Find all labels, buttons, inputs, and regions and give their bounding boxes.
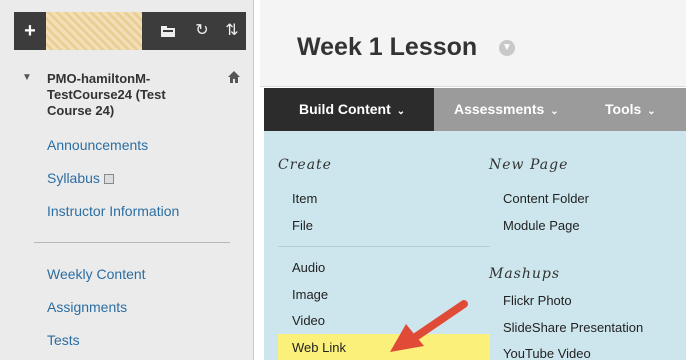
sidebar-item-announcements[interactable]: Announcements xyxy=(47,137,148,153)
mashups-heading: Mashups xyxy=(489,266,561,282)
sidebar-item-weekly-content[interactable]: Weekly Content xyxy=(47,266,146,282)
course-title[interactable]: PMO-hamiltonM- TestCourse24 (Test Course… xyxy=(47,71,207,119)
course-menu-sidebar: + ↻ ⇅ ▼ PMO-hamiltonM- TestCourse24 (Tes… xyxy=(0,0,254,360)
page-options-chevron-icon[interactable]: ▼ xyxy=(499,40,515,56)
sidebar-item-instructor-information[interactable]: Instructor Information xyxy=(47,203,179,219)
assessments-button[interactable]: Assessments ⌄ xyxy=(454,101,559,117)
nav-label-text: Tools xyxy=(605,101,642,117)
sidebar-item-assignments[interactable]: Assignments xyxy=(47,299,127,315)
menu-item-youtube-video[interactable]: YouTube Video xyxy=(503,346,591,361)
home-icon[interactable] xyxy=(227,70,241,84)
course-title-line: TestCourse24 (Test xyxy=(47,87,166,102)
menu-item-file[interactable]: File xyxy=(292,218,313,233)
chevron-down-icon: ⌄ xyxy=(396,106,406,117)
sidebar-item-syllabus[interactable]: Syllabus xyxy=(47,170,114,186)
reorder-icon[interactable]: ⇅ xyxy=(218,12,246,50)
refresh-icon[interactable]: ↻ xyxy=(188,12,216,50)
build-content-dropdown: Create Item File Audio Image Video Web L… xyxy=(264,131,686,361)
menu-item-slideshare-presentation[interactable]: SlideShare Presentation xyxy=(503,320,643,335)
menu-item-image[interactable]: Image xyxy=(292,287,328,302)
sidebar-item-label: Assignments xyxy=(47,299,128,315)
menu-item-audio[interactable]: Audio xyxy=(292,260,325,275)
menu-item-flickr-photo[interactable]: Flickr Photo xyxy=(503,293,572,308)
course-menu-toolbar: + ↻ ⇅ xyxy=(14,12,246,50)
sidebar-item-label: Instructor Information xyxy=(47,203,180,219)
sidebar-item-tests[interactable]: Tests xyxy=(47,332,80,348)
menu-item-web-link[interactable]: Web Link xyxy=(292,340,346,355)
menu-item-content-folder[interactable]: Content Folder xyxy=(503,191,589,206)
create-heading: Create xyxy=(278,157,332,173)
chevron-down-icon: ⌄ xyxy=(550,106,559,117)
app-window: + ↻ ⇅ ▼ PMO-hamiltonM- TestCourse24 (Tes… xyxy=(0,0,686,361)
course-title-line: Course 24) xyxy=(47,103,115,118)
course-title-line: PMO-hamiltonM- xyxy=(47,71,151,86)
new-page-heading: New Page xyxy=(489,157,569,173)
chevron-down-icon: ⌄ xyxy=(647,106,656,117)
sidebar-item-label: Tests xyxy=(47,332,80,348)
theme-swatch[interactable] xyxy=(46,12,142,50)
sidebar-item-label: Syllabus xyxy=(47,170,100,186)
page-title: Week 1 Lesson xyxy=(297,33,478,61)
build-content-button[interactable]: Build Content ⌄ xyxy=(264,88,434,131)
menu-item-video[interactable]: Video xyxy=(292,313,325,328)
nav-label-text: Build Content xyxy=(299,101,391,117)
nav-label-text: Assessments xyxy=(454,101,545,117)
menu-item-item[interactable]: Item xyxy=(292,191,317,206)
collapse-course-icon[interactable]: ▼ xyxy=(22,72,32,83)
sidebar-item-label: Weekly Content xyxy=(47,266,146,282)
build-content-label: Build Content ⌄ xyxy=(299,101,405,117)
action-bar: Build Content ⌄ Assessments ⌄ Tools ⌄ xyxy=(264,88,686,131)
page-header: Week 1 Lesson ▼ xyxy=(260,0,686,87)
add-menu-item-button[interactable]: + xyxy=(14,12,46,50)
sidebar-divider xyxy=(34,242,230,243)
folder-icon[interactable] xyxy=(154,12,182,50)
hidden-indicator-icon xyxy=(103,174,114,185)
tools-button[interactable]: Tools ⌄ xyxy=(605,101,656,117)
sidebar-item-label: Announcements xyxy=(47,137,149,153)
annotation-arrow xyxy=(390,300,468,352)
dropdown-divider xyxy=(278,246,490,247)
menu-item-module-page[interactable]: Module Page xyxy=(503,218,580,233)
